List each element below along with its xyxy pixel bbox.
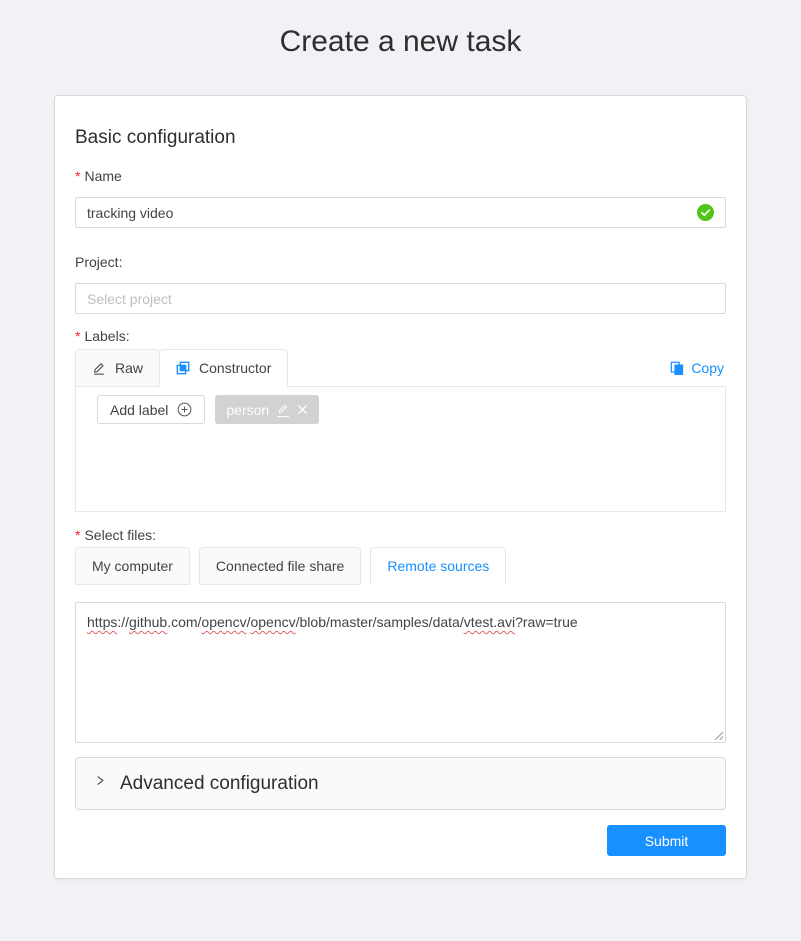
submit-button[interactable]: Submit bbox=[607, 825, 726, 856]
tab-raw[interactable]: Raw bbox=[75, 349, 160, 387]
copy-labels-button[interactable]: Copy bbox=[670, 360, 726, 376]
delete-label-icon[interactable] bbox=[297, 404, 308, 415]
create-task-card: Basic configuration *Name Project: *Labe… bbox=[54, 95, 747, 879]
copy-icon bbox=[670, 361, 684, 375]
labels-tabs: Raw Constructor Copy bbox=[75, 349, 726, 387]
labels-constructor-area: Add label person bbox=[75, 386, 726, 512]
block-icon bbox=[176, 361, 190, 375]
add-label-button[interactable]: Add label bbox=[97, 395, 205, 424]
plus-circle-icon bbox=[177, 402, 192, 417]
name-label: *Name bbox=[75, 168, 726, 184]
chevron-right-icon bbox=[94, 774, 107, 787]
name-input-wrap bbox=[75, 197, 726, 228]
project-select-wrap bbox=[75, 283, 726, 314]
project-select[interactable] bbox=[87, 291, 714, 307]
basic-configuration-title: Basic configuration bbox=[75, 127, 726, 149]
tab-constructor[interactable]: Constructor bbox=[159, 349, 288, 387]
tab-connected-file-share[interactable]: Connected file share bbox=[199, 547, 361, 585]
required-mark: * bbox=[75, 527, 80, 543]
name-input[interactable] bbox=[87, 205, 697, 221]
required-mark: * bbox=[75, 168, 80, 184]
required-mark: * bbox=[75, 328, 80, 344]
textarea-resize-handle[interactable] bbox=[713, 730, 724, 741]
labels-label: *Labels: bbox=[75, 328, 726, 344]
tab-remote-sources[interactable]: Remote sources bbox=[370, 547, 506, 585]
label-tag-person[interactable]: person bbox=[215, 395, 319, 424]
edit-label-icon[interactable] bbox=[277, 403, 289, 417]
tab-my-computer[interactable]: My computer bbox=[75, 547, 190, 585]
advanced-configuration-title: Advanced configuration bbox=[120, 773, 319, 795]
edit-icon bbox=[92, 361, 106, 375]
advanced-configuration-header[interactable]: Advanced configuration bbox=[75, 757, 726, 810]
page-title: Create a new task bbox=[0, 24, 801, 60]
success-check-icon bbox=[697, 204, 714, 221]
project-label: Project: bbox=[75, 254, 726, 270]
select-files-label: *Select files: bbox=[75, 527, 726, 543]
remote-urls-textarea[interactable]: https://github.com/opencv/opencv/blob/ma… bbox=[75, 602, 726, 743]
file-source-tabs: My computer Connected file share Remote … bbox=[75, 547, 726, 585]
